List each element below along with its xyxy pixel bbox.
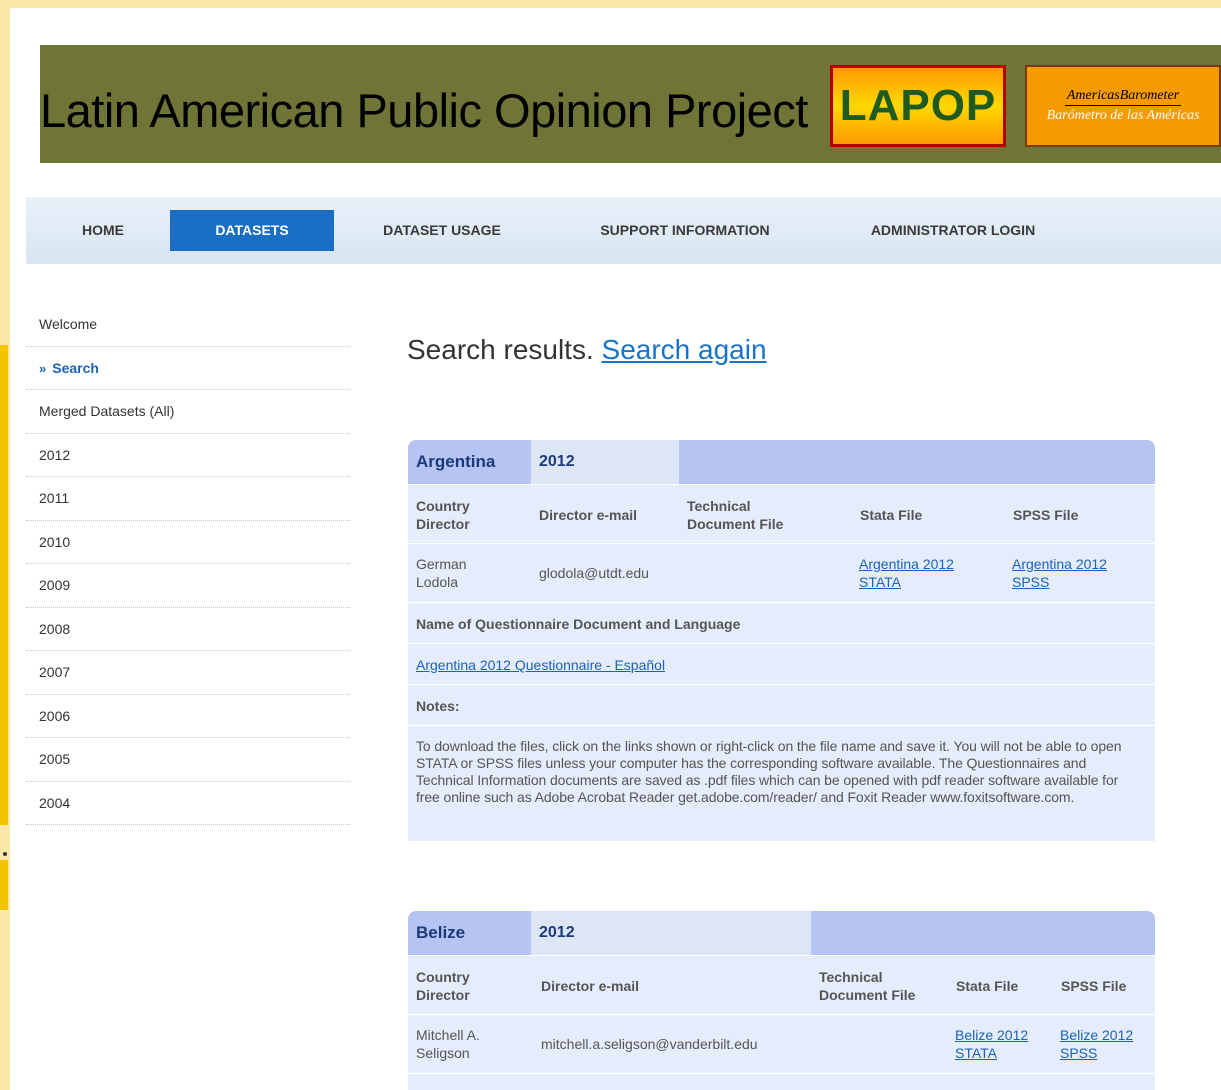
spss-file-link-cell: Argentina 2012 SPSS (1012, 555, 1142, 591)
col-spss-file: SPSS File (1061, 978, 1127, 994)
questionnaire-row: Argentina 2012 Questionnaire - Español (408, 644, 1155, 685)
nav-administrator-login[interactable]: ADMINISTRATOR LOGIN (852, 210, 1054, 251)
top-border (0, 0, 1221, 8)
header-banner: Latin American Public Opinion Project LA… (40, 45, 1221, 163)
director-email: glodola@utdt.edu (539, 565, 649, 581)
left-dot (3, 852, 7, 856)
col-director-email: Director e-mail (541, 978, 640, 994)
notes-row: To download the files, click on the link… (408, 726, 1155, 841)
result-card-header: Argentina 2012 (408, 440, 1155, 485)
results-heading-text: Search results. (407, 334, 594, 365)
col-country-director: Country Director (416, 498, 470, 532)
result-card-header: Belize 2012 (408, 911, 1155, 956)
table-row: German Lodola glodola@utdt.edu Argentina… (408, 544, 1155, 603)
americas-logo-line1: AmericasBarometer (1064, 88, 1182, 106)
stata-file-link[interactable]: Argentina 2012 STATA (859, 556, 954, 590)
column-header-row: Country Director Director e-mail Technic… (408, 485, 1155, 544)
americas-logo-line2: Barómetro de las Américas (1046, 108, 1200, 123)
sidebar-item-2012[interactable]: 2012 (26, 434, 350, 477)
left-border (0, 0, 10, 1090)
sidebar-item-2008[interactable]: 2008 (26, 608, 350, 651)
result-country: Argentina (416, 452, 496, 471)
result-card: Argentina 2012 Country Director Director… (408, 440, 1155, 841)
notes-header-row: Notes: (408, 685, 1155, 726)
sidebar-item-2004[interactable]: 2004 (26, 782, 350, 825)
col-stata-file: Stata File (956, 978, 1019, 994)
column-header-row: Country Director Director e-mail Technic… (408, 956, 1155, 1015)
stata-file-link-cell: Argentina 2012 STATA (859, 555, 989, 591)
result-country: Belize (416, 923, 466, 942)
sidebar-item-search[interactable]: » Search (26, 347, 350, 390)
questionnaire-header: Name of Questionnaire Document and Langu… (416, 616, 741, 632)
site-title: Latin American Public Opinion Project (40, 84, 808, 137)
sidebar-item-2011[interactable]: 2011 (26, 477, 350, 521)
col-technical-document: Technical Document File (687, 498, 784, 532)
sidebar-item-merged-datasets[interactable]: Merged Datasets (All) (26, 390, 350, 434)
sidebar-item-2006[interactable]: 2006 (26, 695, 350, 738)
questionnaire-header-row: Name of Questionnaire Document and Langu… (408, 1074, 1155, 1090)
col-stata-file: Stata File (860, 507, 923, 523)
director-email: mitchell.a.seligson@vanderbilt.edu (541, 1036, 758, 1052)
spss-file-link[interactable]: Argentina 2012 SPSS (1012, 556, 1107, 590)
col-technical-document: Technical Document File (819, 969, 916, 1003)
nav-dataset-usage[interactable]: DATASET USAGE (366, 210, 518, 251)
questionnaire-link[interactable]: Argentina 2012 Questionnaire - Español (416, 657, 665, 673)
sidebar-item-2009[interactable]: 2009 (26, 564, 350, 608)
notes-header: Notes: (416, 698, 460, 714)
lapop-logo[interactable]: LAPOP (830, 65, 1006, 147)
result-year: 2012 (531, 911, 811, 955)
sidebar-item-welcome[interactable]: Welcome (26, 303, 350, 347)
questionnaire-link-cell: Argentina 2012 Questionnaire - Español (416, 656, 665, 674)
lapop-logo-text: LAPOP (839, 81, 997, 130)
col-spss-file: SPSS File (1013, 507, 1079, 523)
search-again-link[interactable]: Search again (602, 334, 767, 365)
sidebar-item-2010[interactable]: 2010 (26, 521, 350, 564)
stata-file-link-cell: Belize 2012 STATA (955, 1026, 1047, 1062)
sidebar-item-2005[interactable]: 2005 (26, 738, 350, 782)
questionnaire-header-row: Name of Questionnaire Document and Langu… (408, 603, 1155, 644)
double-chevron-right-icon: » (39, 360, 47, 376)
nav-datasets[interactable]: DATASETS (170, 210, 334, 251)
americas-barometer-logo[interactable]: AmericasBarometer Barómetro de las Améri… (1025, 65, 1221, 147)
director-name: German Lodola (416, 556, 467, 590)
nav-home[interactable]: HOME (56, 210, 150, 251)
sidebar-item-2007[interactable]: 2007 (26, 651, 350, 695)
notes-text: To download the files, click on the link… (416, 738, 1122, 805)
questionnaire-header: Name of Questionnaire Document and Langu… (416, 1086, 740, 1090)
stata-file-link[interactable]: Belize 2012 STATA (955, 1027, 1028, 1061)
spss-file-link-cell: Belize 2012 SPSS (1060, 1026, 1152, 1062)
sidebar-item-label: Search (52, 359, 99, 376)
col-director-email: Director e-mail (539, 507, 638, 523)
nav-support-information[interactable]: SUPPORT INFORMATION (582, 210, 788, 251)
sidebar: Welcome » Search Merged Datasets (All) 20… (26, 303, 350, 825)
director-name: Mitchell A. Seligson (416, 1027, 480, 1061)
page-title: Search results. Search again (407, 334, 767, 366)
left-accent-bar (0, 345, 8, 825)
left-accent-bar-lower (0, 860, 8, 910)
col-country-director: Country Director (416, 969, 470, 1003)
main-nav: HOME DATASETS DATASET USAGE SUPPORT INFO… (26, 197, 1221, 264)
result-card: Belize 2012 Country Director Director e-… (408, 911, 1155, 1090)
table-row: Mitchell A. Seligson mitchell.a.seligson… (408, 1015, 1155, 1074)
spss-file-link[interactable]: Belize 2012 SPSS (1060, 1027, 1133, 1061)
result-year: 2012 (531, 440, 679, 484)
